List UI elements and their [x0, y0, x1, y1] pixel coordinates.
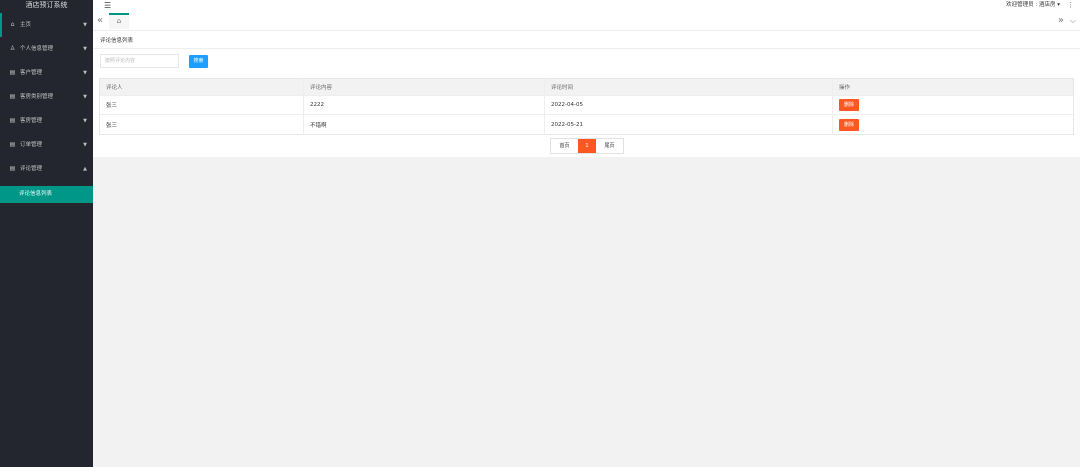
current-page[interactable]: 1 — [578, 139, 596, 153]
menu-toggle-icon[interactable]: ☰ — [104, 0, 111, 11]
column-header: 评论人 — [100, 79, 304, 95]
list-icon: ▤ — [9, 165, 16, 172]
welcome-label: 欢迎管理员 : — [1006, 2, 1038, 8]
delete-button[interactable]: 删除 — [839, 99, 860, 111]
sidebar-item-label: 主页 — [20, 22, 32, 28]
sidebar-item-label: 客户管理 — [20, 70, 43, 76]
sidebar-item-customers[interactable]: ▤ 客户管理 ▼ — [0, 61, 93, 85]
comment-content: 不错啊 — [304, 115, 545, 134]
column-header: 操作 — [839, 85, 851, 91]
sidebar-item-label: 个人信息管理 — [20, 46, 54, 52]
sidebar-item-label: 客房管理 — [20, 118, 43, 124]
chevron-down-icon: ▼ — [83, 94, 87, 100]
pagination: 首页 1 尾页 — [550, 138, 624, 154]
tab-home[interactable]: ⌂ — [109, 13, 129, 29]
sidebar-item-profile[interactable]: ♙ 个人信息管理 ▼ — [0, 37, 93, 61]
table-row: 张三 2222 2022-04-05 删除 — [100, 96, 1073, 115]
sidebar-item-label: 评论管理 — [20, 166, 43, 172]
sidebar-item-comments[interactable]: ▤ 评论管理 ▲ — [0, 157, 93, 181]
more-icon[interactable]: ⋮ — [1067, 0, 1074, 10]
comment-time: 2022-05-21 — [545, 115, 833, 134]
home-icon: ⌂ — [116, 17, 122, 25]
chevron-down-icon: ▼ — [83, 22, 87, 28]
home-icon: ⌂ — [10, 21, 15, 28]
user-name: 酒店房 — [1038, 2, 1056, 8]
column-header: 评论时间 — [545, 79, 833, 95]
user-menu[interactable]: 欢迎管理员 : 酒店房 ▾ — [1006, 0, 1060, 10]
sidebar-item-orders[interactable]: ▤ 订单管理 ▼ — [0, 133, 93, 157]
comment-user: 张三 — [100, 115, 304, 134]
app-title: 酒店预订系统 — [25, 1, 68, 9]
caret-down-icon: ▾ — [1057, 2, 1060, 8]
sidebar-subitem-comment-list[interactable]: 评论信息列表 — [0, 186, 93, 203]
divider — [93, 48, 1080, 49]
tab-scroll-right-icon[interactable]: » — [1058, 15, 1064, 27]
delete-button[interactable]: 删除 — [839, 118, 860, 131]
list-icon: ▤ — [9, 141, 16, 148]
action-cell: 删除 — [833, 115, 1073, 134]
user-icon: ♙ — [9, 45, 16, 52]
search-button[interactable]: 搜索 — [189, 55, 208, 68]
main-panel: 评论信息列表 搜索 评论人 评论内容 评论时间 操作 张三 2222 2022-… — [93, 31, 1080, 157]
top-header: ☰ 欢迎管理员 : 酒店房 ▾ ⋮ — [93, 0, 1080, 13]
tab-scroll-left-icon[interactable]: « — [97, 15, 103, 27]
sidebar-item-label: 客房类别管理 — [20, 94, 54, 100]
sidebar-item-home[interactable]: ⌂ 主页 ▼ — [0, 13, 93, 37]
comment-content: 2222 — [304, 96, 545, 114]
list-icon: ▤ — [9, 117, 16, 124]
last-page-button[interactable]: 尾页 — [596, 139, 623, 153]
table-header-row: 评论人 评论内容 评论时间 操作 — [100, 79, 1073, 96]
search-input[interactable] — [100, 54, 179, 68]
comment-time: 2022-04-05 — [545, 96, 833, 114]
comments-table: 评论人 评论内容 评论时间 操作 张三 2222 2022-04-05 删除 张… — [99, 78, 1074, 135]
action-cell: 删除 — [833, 96, 1073, 114]
tab-menu-chevron-icon[interactable]: ⌵ — [1070, 15, 1076, 27]
sidebar-item-room-categories[interactable]: ▤ 客房类别管理 ▼ — [0, 85, 93, 109]
breadcrumb: 评论信息列表 — [100, 38, 134, 44]
comment-user: 张三 — [100, 96, 304, 114]
first-page-button[interactable]: 首页 — [551, 139, 578, 153]
sidebar-item-rooms[interactable]: ▤ 客房管理 ▼ — [0, 109, 93, 133]
chevron-down-icon: ▼ — [83, 70, 87, 76]
list-icon: ▤ — [9, 69, 16, 76]
list-icon: ▤ — [9, 93, 16, 100]
tab-bar: « ⌂ » ⌵ — [93, 13, 1080, 31]
chevron-down-icon: ▼ — [83, 46, 87, 52]
column-header: 评论内容 — [304, 79, 545, 95]
chevron-down-icon: ▼ — [83, 118, 87, 124]
chevron-up-icon: ▲ — [83, 166, 87, 172]
sidebar: 酒店预订系统 ⌂ 主页 ▼ ♙ 个人信息管理 ▼ ▤ 客户管理 ▼ ▤ 客房类别管理 ▼ ▤ 客房… — [0, 0, 93, 467]
chevron-down-icon: ▼ — [83, 142, 87, 148]
sidebar-item-label: 订单管理 — [20, 142, 43, 148]
table-row: 张三 不错啊 2022-05-21 删除 — [100, 115, 1073, 134]
